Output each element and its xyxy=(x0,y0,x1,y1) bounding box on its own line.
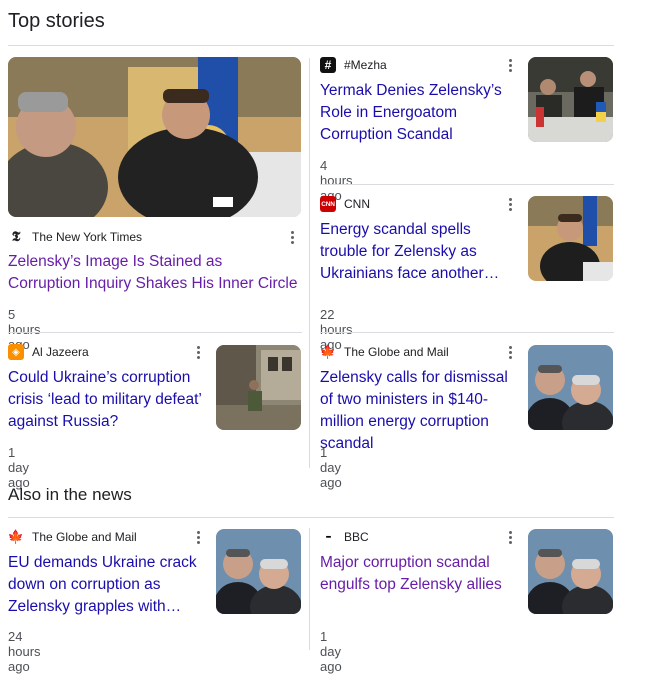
divider xyxy=(8,45,614,46)
source-mezha: # #Mezha xyxy=(320,57,387,73)
story-headline[interactable]: Major corruption scandal engulfs top Zel… xyxy=(320,552,520,596)
more-options-icon[interactable] xyxy=(504,57,516,73)
more-options-icon[interactable] xyxy=(192,344,204,360)
story-time: 24 hours ago xyxy=(8,629,41,674)
source-name: Al Jazeera xyxy=(32,345,89,359)
cnn-logo-icon: CNN xyxy=(320,196,336,212)
source-name: The New York Times xyxy=(32,230,143,244)
more-options-icon[interactable] xyxy=(504,529,516,545)
story-headline[interactable]: EU demands Ukraine crack down on corrupt… xyxy=(8,552,203,618)
divider xyxy=(320,332,614,333)
source-name: BBC xyxy=(344,530,369,544)
story-thumbnail[interactable] xyxy=(528,345,613,430)
more-options-icon[interactable] xyxy=(192,529,204,545)
maple-leaf-icon: 🍁 xyxy=(7,529,25,544)
story-headline[interactable]: Could Ukraine’s corruption crisis ‘lead … xyxy=(8,367,208,433)
divider xyxy=(8,517,614,518)
more-options-icon[interactable] xyxy=(286,229,298,245)
story-headline[interactable]: Yermak Denies Zelensky’s Role in Energoa… xyxy=(320,80,515,146)
story-thumbnail[interactable] xyxy=(528,196,613,281)
maple-leaf-icon: 🍁 xyxy=(319,344,337,359)
section-title-top-stories: Top stories xyxy=(8,10,105,32)
story-time: 1 day ago xyxy=(320,445,342,490)
more-options-icon[interactable] xyxy=(504,344,516,360)
source-name: #Mezha xyxy=(344,58,387,72)
story-headline[interactable]: Zelensky calls for dismissal of two mini… xyxy=(320,367,520,455)
story-thumbnail[interactable] xyxy=(216,529,301,614)
story-headline[interactable]: Zelensky’s Image Is Stained as Corruptio… xyxy=(8,251,298,295)
story-headline[interactable]: Energy scandal spells trouble for Zelens… xyxy=(320,219,520,285)
divider xyxy=(320,184,614,185)
section-title-also-in-news: Also in the news xyxy=(8,485,132,504)
source-globe: 🍁 The Globe and Mail xyxy=(8,529,137,545)
nyt-logo-icon: 𝕿 xyxy=(11,229,21,245)
story-thumbnail[interactable] xyxy=(528,529,613,614)
story-image[interactable] xyxy=(8,57,301,217)
source-globe: 🍁 The Globe and Mail xyxy=(320,344,449,360)
story-thumbnail[interactable] xyxy=(216,345,301,430)
story-thumbnail[interactable] xyxy=(528,57,613,142)
story-time: 1 day ago xyxy=(8,445,30,490)
aljazeera-logo-icon: ◈ xyxy=(8,344,24,360)
source-name: The Globe and Mail xyxy=(32,530,137,544)
bbc-logo-icon: ▪▪▪ xyxy=(325,533,331,541)
column-divider xyxy=(309,58,310,468)
source-cnn: CNN CNN xyxy=(320,196,370,212)
source-bbc: ▪▪▪ BBC xyxy=(320,529,369,545)
source-name: CNN xyxy=(344,197,370,211)
more-options-icon[interactable] xyxy=(504,196,516,212)
source-nyt: 𝕿 The New York Times xyxy=(8,229,142,245)
source-aljazeera: ◈ Al Jazeera xyxy=(8,344,89,360)
story-time: 1 day ago xyxy=(320,629,342,674)
column-divider xyxy=(309,528,310,650)
source-name: The Globe and Mail xyxy=(344,345,449,359)
mezha-logo-icon: # xyxy=(320,57,336,73)
divider xyxy=(8,332,302,333)
